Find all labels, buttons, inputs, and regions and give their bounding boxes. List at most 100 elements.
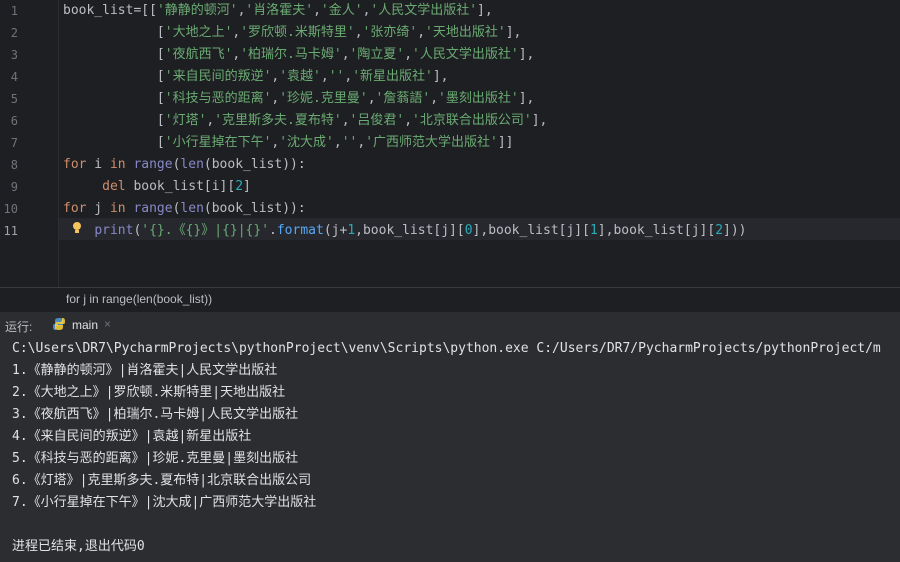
line-number-gutter: 1 2 3 4 5 6 7 8 9 10 11 <box>0 0 59 287</box>
code-token: )) <box>282 157 298 172</box>
line-number: 1 <box>10 4 18 18</box>
code-token: 1 <box>589 223 598 238</box>
line-number: 10 <box>3 202 18 216</box>
code-token: '珍妮.克里曼' <box>279 91 368 106</box>
code-token: , <box>313 3 321 18</box>
console-line: 5.《科技与恶的距离》|珍妮.克里曼|墨刻出版社 <box>12 451 299 466</box>
code-token: '天地出版社' <box>425 25 506 40</box>
code-token: j+ <box>331 223 348 238</box>
code-token: '肖洛霍夫' <box>245 3 314 18</box>
code-token: ], <box>505 25 522 40</box>
code-token: , <box>367 91 376 106</box>
line-number: 11 <box>3 224 18 238</box>
code-token: , <box>354 25 363 40</box>
code-line[interactable]: ['夜航西飞','柏瑞尔.马卡姆','陶立夏','人民文学出版社'], <box>63 44 534 66</box>
python-icon <box>53 318 65 330</box>
code-token: [ <box>156 91 165 106</box>
code-line[interactable]: ['大地之上','罗欣顿.米斯特里','张亦绮','天地出版社'], <box>63 22 521 44</box>
code-token: ]) <box>723 223 739 238</box>
code-token: range <box>133 157 173 172</box>
code-token: , <box>355 223 363 238</box>
code-editor[interactable]: 1 2 3 4 5 6 7 8 9 10 11 book_list=[['静静的顿河','肖洛霍夫'… <box>0 0 900 287</box>
code-token: , <box>320 69 329 84</box>
code-token: ) <box>738 223 747 238</box>
code-token: ] <box>597 223 606 238</box>
code-token: ] <box>243 179 251 194</box>
code-line[interactable]: ['科技与恶的距离','珍妮.克里曼','詹蓊語','墨刻出版社'], <box>63 88 534 110</box>
breadcrumb[interactable]: for j in range(len(book_list)) <box>0 287 900 312</box>
code-line[interactable]: del book_list[i][2] <box>63 176 251 198</box>
code-token: '金人' <box>320 3 363 18</box>
code-token: '墨刻出版社' <box>438 91 519 106</box>
console-line: 1.《静静的顿河》|肖洛霍夫|人民文学出版社 <box>12 363 278 378</box>
code-token: '静静的顿河' <box>156 3 238 18</box>
code-token: ], <box>518 91 535 106</box>
code-token: ( <box>203 201 212 216</box>
code-token: 0 <box>464 223 473 238</box>
code-line[interactable]: for i in range(len(book_list)): <box>63 154 306 176</box>
code-token: ], <box>477 3 493 18</box>
code-token: '大地之上' <box>164 25 233 40</box>
code-token: 2 <box>235 179 244 194</box>
code-token: ( <box>203 157 212 172</box>
code-token: book_list[j][ <box>488 223 590 238</box>
code-line[interactable]: for j in range(len(book_list)): <box>63 198 306 220</box>
code-token: , <box>430 91 439 106</box>
run-tab-label[interactable]: main <box>72 318 98 332</box>
code-token: 2 <box>715 223 724 238</box>
code-token: : <box>297 157 306 172</box>
code-token: [ <box>156 47 165 62</box>
code-token: 1 <box>347 223 356 238</box>
code-token: , <box>341 47 350 62</box>
run-tab-main[interactable]: main × <box>48 312 124 340</box>
code-token: j <box>86 201 110 216</box>
code-token: '克里斯多夫.夏布特' <box>214 113 342 128</box>
code-token: for <box>63 157 87 172</box>
code-token: book_list <box>63 3 134 18</box>
code-token: '人民文学出版社' <box>412 47 519 62</box>
code-token: book_list[j][ <box>613 223 716 238</box>
code-token: for <box>63 201 87 216</box>
code-token: book_list <box>211 157 283 172</box>
line-number: 9 <box>10 180 18 194</box>
console-line: 4.《来自民间的叛逆》|袁越|新星出版社 <box>12 429 252 444</box>
code-token: '' <box>328 69 345 84</box>
code-token: [ <box>156 69 165 84</box>
code-token: '{}.《{}》|{}|{}' <box>141 223 270 238</box>
run-console[interactable]: C:\Users\DR7\PycharmProjects\pythonProje… <box>0 338 900 562</box>
code-line[interactable]: book_list=[['静静的顿河','肖洛霍夫','金人','人民文学出版社… <box>63 0 493 22</box>
code-token: print <box>94 223 134 238</box>
close-icon[interactable]: × <box>104 317 111 331</box>
code-token: format <box>276 223 324 238</box>
line-number: 2 <box>10 26 18 40</box>
code-token: ], <box>531 113 548 128</box>
line-number: 7 <box>10 136 18 150</box>
console-line: 7.《小行星掉在下午》|沈大成|广西师范大学出版社 <box>12 495 317 510</box>
code-token: , <box>404 113 413 128</box>
code-token: ( <box>323 223 332 238</box>
console-line: 3.《夜航西飞》|柏瑞尔.马卡姆|人民文学出版社 <box>12 407 299 422</box>
code-token: '人民文学出版社' <box>370 3 478 18</box>
breadcrumb-text[interactable]: for j in range(len(book_list)) <box>66 292 212 306</box>
code-line[interactable]: print('{}.《{}》|{}|{}'.format(j+1,book_li… <box>63 220 747 242</box>
code-token: len <box>180 201 204 216</box>
code-token: '张亦绮' <box>362 25 418 40</box>
lightbulb-icon[interactable] <box>72 221 82 235</box>
code-token: '科技与恶的距离' <box>164 91 272 106</box>
code-token: [ <box>156 135 165 150</box>
console-line: 进程已结束,退出代码0 <box>12 539 145 554</box>
code-line[interactable]: ['小行星掉在下午','沈大成','','广西师范大学出版社']] <box>63 132 514 154</box>
code-token: , <box>333 135 342 150</box>
code-token: '灯塔' <box>164 113 207 128</box>
code-token: '詹蓊語' <box>375 91 431 106</box>
code-line[interactable]: ['灯塔','克里斯多夫.夏布特','吕俊君','北京联合出版公司'], <box>63 110 547 132</box>
code-line[interactable]: ['来自民间的叛逆','袁越','','新星出版社'], <box>63 66 449 88</box>
code-token: , <box>417 25 426 40</box>
code-token: '罗欣顿.米斯特里' <box>240 25 355 40</box>
code-token: '来自民间的叛逆' <box>164 69 272 84</box>
console-line: 6.《灯塔》|克里斯多夫.夏布特|北京联合出版公司 <box>12 473 312 488</box>
